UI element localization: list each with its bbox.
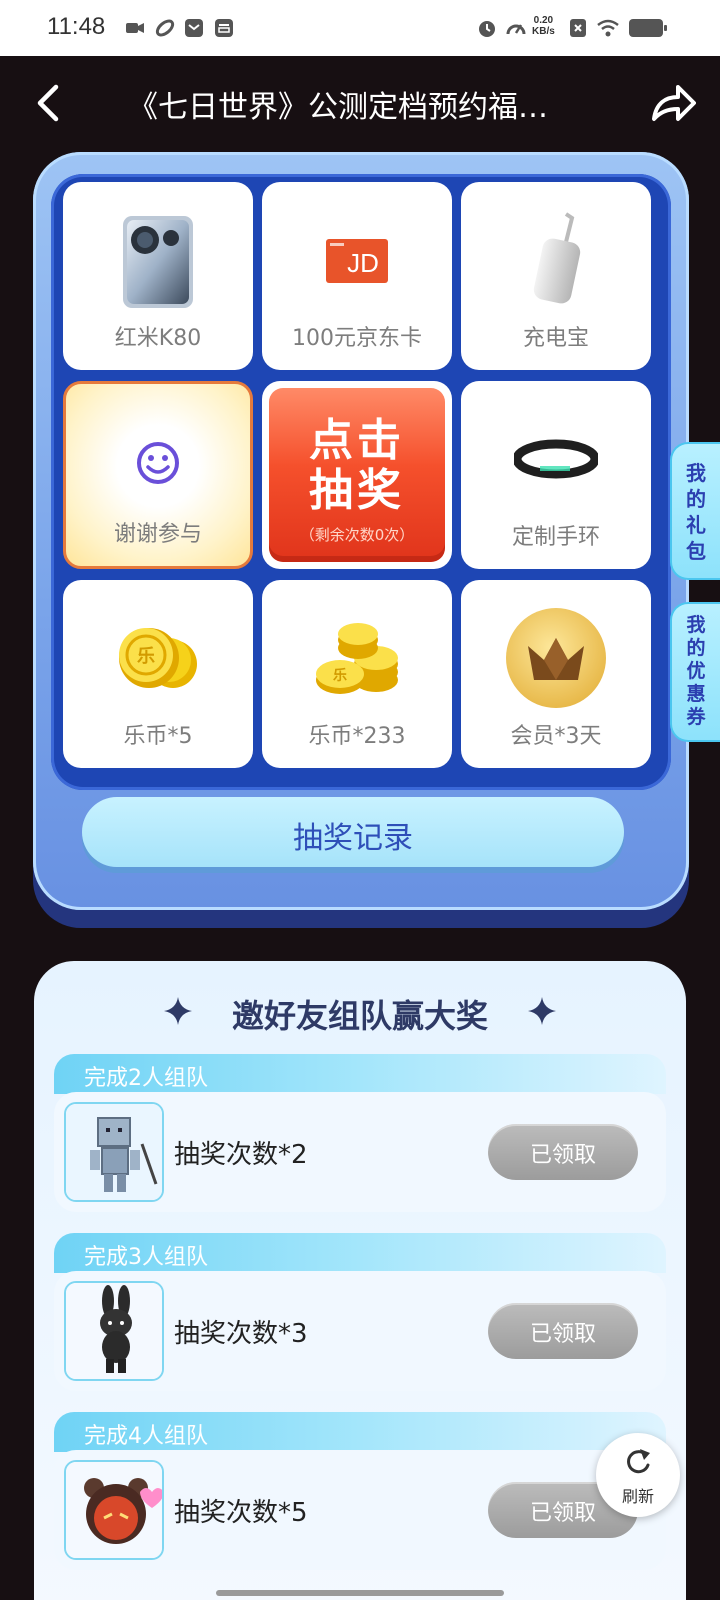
remaining-draws: （剩余次数0次） [299, 526, 415, 544]
draw-button[interactable]: 点击 抽奖 （剩余次数0次） [262, 381, 452, 569]
prize-cell-thanks: 谢谢参与 [63, 381, 253, 569]
coin-stack-image: 乐 [316, 623, 398, 694]
video-icon [126, 23, 144, 33]
prize-grid: 红米K80 JD 100元京东卡 充电宝 谢谢参与 点击 抽奖 （剩余次数0次）… [51, 174, 671, 790]
claimed-button[interactable]: 已领取 [488, 1124, 638, 1180]
prize-cell-jd-card: JD 100元京东卡 [262, 182, 452, 370]
refresh-button[interactable]: 刷新 [596, 1433, 680, 1517]
page-title: 《七日世界》公测定档预约福… [128, 90, 548, 125]
inbox-icon [215, 19, 233, 37]
team-card-3: 完成3人组队 抽奖次数*3 已领取 [54, 1233, 666, 1393]
claimed-button[interactable]: 已领取 [488, 1303, 638, 1359]
prize-cell-wristband: 定制手环 [461, 381, 651, 569]
net-speed-unit: KB/s [532, 26, 555, 37]
prize-cell-phone: 红米K80 [63, 182, 253, 370]
team-card-head: 完成2人组队 [54, 1054, 666, 1094]
net-speed-value: 0.20 [533, 15, 554, 26]
team-card-head: 完成3人组队 [54, 1233, 666, 1273]
wristband-image [514, 439, 598, 479]
prize-label: 红米K80 [114, 326, 202, 351]
lottery-panel: 红米K80 JD 100元京东卡 充电宝 谢谢参与 点击 抽奖 （剩余次数0次）… [33, 152, 689, 910]
svg-text:乐: 乐 [137, 646, 155, 667]
team-card-body: 抽奖次数*2 已领取 [54, 1092, 666, 1212]
smiley-icon [137, 442, 179, 484]
draw-button-title: 点击 抽奖 [269, 416, 445, 516]
network-speed: 0.20 KB/s [532, 15, 555, 37]
battery-icon [629, 19, 667, 37]
team-section: 邀好友组队赢大奖 完成2人组队 抽奖次数*2 已领取 完成3人组队 抽奖次数*3… [34, 961, 686, 1600]
prize-cell-coins-5: 乐 乐币*5 [63, 580, 253, 768]
claimed-button-label: 已领取 [529, 1322, 596, 1347]
phone-image [123, 216, 193, 308]
prize-label: 100元京东卡 [292, 326, 422, 351]
svg-text:JD: JD [347, 248, 379, 278]
reward-text: 抽奖次数*2 [174, 1140, 308, 1170]
team-card-body: 抽奖次数*5 已领取 [54, 1450, 666, 1570]
draw-button-face[interactable]: 点击 抽奖 （剩余次数0次） [269, 388, 445, 562]
my-gifts-label: 我的礼包 [686, 461, 706, 563]
prize-label: 乐币*233 [308, 724, 406, 749]
draw-record-button[interactable]: 抽奖记录 [82, 797, 624, 867]
mail-icon [185, 19, 203, 37]
draw-record-label: 抽奖记录 [293, 821, 413, 856]
dark-bunny-figure [64, 1281, 164, 1381]
reward-text: 抽奖次数*3 [174, 1319, 308, 1349]
team-card-4: 完成4人组队 抽奖次数*5 已领取 [54, 1412, 666, 1572]
prize-cell-vip: 会员*3天 [461, 580, 651, 768]
coins-image: 乐 [119, 628, 197, 688]
team-card-head: 完成4人组队 [54, 1412, 666, 1452]
team-card-title: 完成2人组队 [84, 1066, 208, 1091]
refresh-icon [627, 1449, 650, 1474]
page-header: 《七日世界》公测定档预约福… [0, 56, 720, 152]
close-box-icon [570, 19, 586, 37]
jd-card-image: JD [326, 239, 388, 283]
claimed-button-label: 已领取 [529, 1143, 596, 1168]
prize-label: 谢谢参与 [113, 522, 202, 547]
block-robot-figure [64, 1102, 164, 1202]
my-coupons-label: 我的优惠券 [686, 614, 706, 728]
sparkle-icon [528, 997, 556, 1025]
team-card-body: 抽奖次数*3 已领取 [54, 1271, 666, 1391]
back-chevron-icon[interactable] [30, 81, 70, 125]
prize-label: 定制手环 [511, 525, 600, 550]
prize-label: 会员*3天 [510, 724, 602, 749]
my-coupons-tab[interactable]: 我的优惠券 [670, 602, 720, 742]
prize-cell-coins-233: 乐 乐币*233 [262, 580, 452, 768]
share-arrow-icon[interactable] [650, 81, 696, 127]
team-card-title: 完成3人组队 [84, 1245, 208, 1270]
svg-text:乐: 乐 [333, 667, 347, 684]
reward-text: 抽奖次数*5 [174, 1498, 308, 1528]
prize-label: 乐币*5 [123, 724, 193, 749]
crown-icon [506, 608, 606, 708]
link-icon [155, 19, 175, 37]
draw-title-line2: 抽奖 [309, 465, 405, 516]
prize-label: 充电宝 [522, 326, 589, 351]
my-gifts-tab[interactable]: 我的礼包 [670, 442, 720, 580]
team-card-2: 完成2人组队 抽奖次数*2 已领取 [54, 1054, 666, 1214]
refresh-label: 刷新 [621, 1487, 654, 1506]
team-card-title: 完成4人组队 [84, 1424, 208, 1449]
status-time: 11:48 [47, 13, 106, 40]
status-bar: 11:48 0.20 KB/s [0, 0, 720, 56]
red-bear-figure [64, 1460, 164, 1560]
team-section-title: 邀好友组队赢大奖 [231, 997, 488, 1035]
draw-title-line1: 点击 [309, 415, 405, 466]
alarm-icon [479, 21, 495, 37]
power-bank-image [533, 212, 581, 304]
speed-icon [506, 24, 526, 35]
wifi-icon [597, 19, 619, 37]
prize-cell-power-bank: 充电宝 [461, 182, 651, 370]
home-indicator[interactable] [216, 1590, 504, 1596]
